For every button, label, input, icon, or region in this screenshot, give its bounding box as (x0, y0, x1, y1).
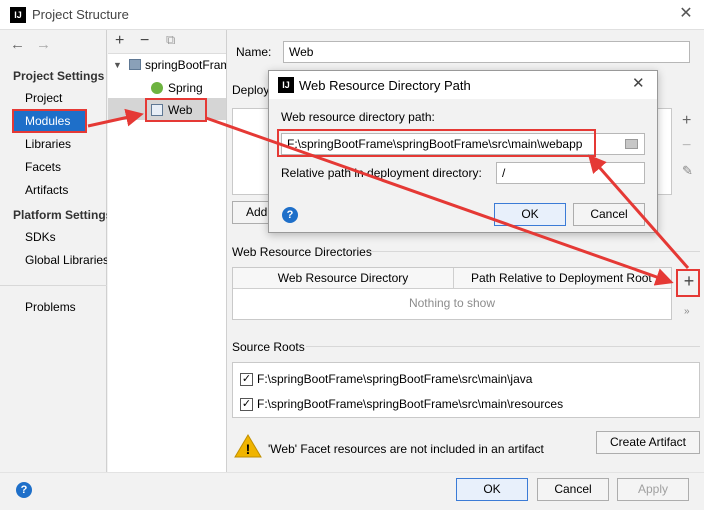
arrow-modules-to-web (87, 108, 144, 128)
arrow-web-to-add (205, 116, 674, 286)
arrow-add-to-path (588, 154, 690, 269)
annotation-arrows (87, 108, 690, 286)
